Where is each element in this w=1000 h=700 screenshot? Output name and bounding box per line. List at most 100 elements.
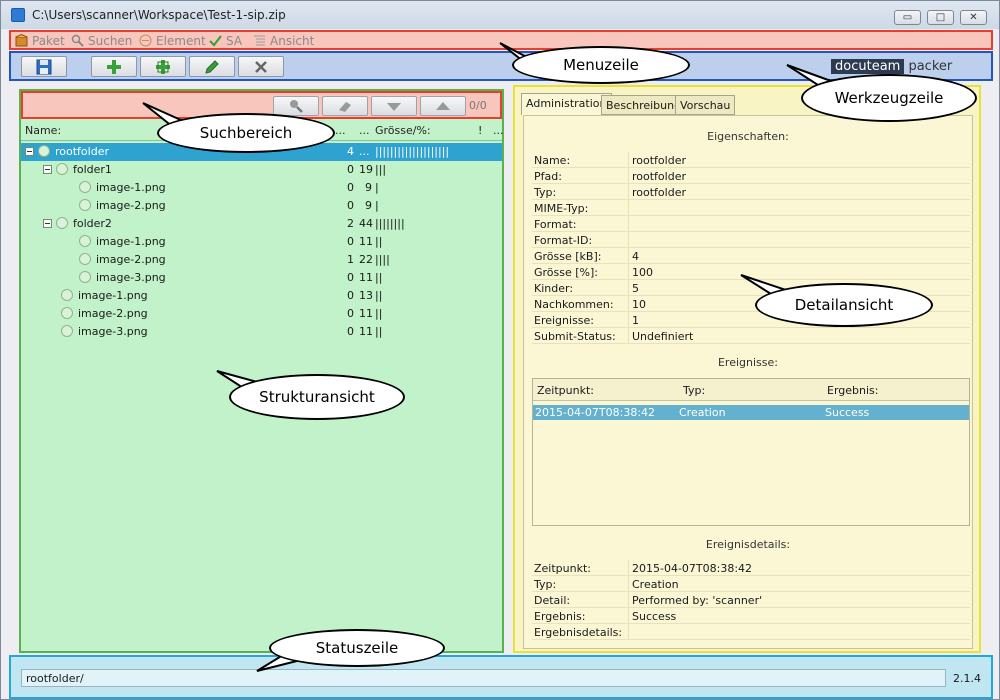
status-bar: rootfolder/ 2.1.4: [9, 655, 993, 699]
tab-beschreibung[interactable]: Beschreibung: [601, 95, 687, 115]
event-detail-row: Ergebnisdetails:: [532, 624, 970, 640]
col-5[interactable]: !: [478, 124, 482, 137]
node-count: 0: [347, 181, 354, 194]
property-row: Name: rootfolder: [532, 152, 970, 168]
menu-paket[interactable]: Paket: [15, 34, 65, 48]
tree-row[interactable]: image-2.png 1 22 ||||: [21, 251, 502, 269]
tree-row[interactable]: image-1.png 0 11 ||: [21, 233, 502, 251]
node-count: 0: [347, 199, 354, 212]
status-path: rootfolder/: [26, 672, 84, 685]
property-row: Format-ID:: [532, 232, 970, 248]
property-key: Typ:: [534, 186, 557, 199]
detail-value: Success: [632, 610, 677, 623]
node-count: 0: [347, 307, 354, 320]
node-percent: 11: [359, 325, 373, 338]
tab-vorschau[interactable]: Vorschau: [675, 95, 736, 115]
tree-row[interactable]: image-1.png 0 9 |: [21, 179, 502, 197]
property-value: 1: [632, 314, 639, 327]
tree-row[interactable]: image-2.png 0 9 |: [21, 197, 502, 215]
window-title: C:\Users\scanner\Workspace\Test-1-sip.zi…: [32, 8, 286, 22]
search-icon: [71, 34, 84, 47]
event-time: 2015-04-07T08:38:42: [535, 406, 656, 419]
col-3[interactable]: ...: [359, 124, 370, 137]
edit-button[interactable]: [189, 56, 235, 77]
node-count: 0: [347, 271, 354, 284]
search-prev-button[interactable]: [420, 96, 466, 116]
property-value: 5: [632, 282, 639, 295]
detail-view: Administration Beschreibung Vorschau Eig…: [513, 85, 981, 653]
node-count: 0: [347, 325, 354, 338]
file-icon: [79, 181, 91, 193]
callout-statuszeile-text: Statuszeile: [315, 639, 399, 657]
node-label: image-1.png: [96, 181, 166, 194]
property-value: rootfolder: [632, 154, 686, 167]
node-percent: ...: [359, 145, 370, 158]
tree: rootfolder 4 ... |||||||||||||||||||| fo…: [21, 143, 502, 341]
collapse-toggle[interactable]: [25, 147, 34, 156]
node-count: 0: [347, 289, 354, 302]
node-percent: 11: [359, 235, 373, 248]
tab-administration[interactable]: Administration: [521, 93, 612, 115]
events-title: Ereignisse:: [717, 356, 778, 369]
administration-panel: Eigenschaften: Name: rootfolder Pfad: root…: [523, 115, 973, 649]
tree-row[interactable]: image-2.png 0 11 ||: [21, 305, 502, 323]
menu-element[interactable]: Element: [139, 34, 206, 48]
menu-paket-label: Paket: [32, 34, 65, 48]
tree-row[interactable]: folder2 2 44 ||||||||: [21, 215, 502, 233]
property-row: Typ: rootfolder: [532, 184, 970, 200]
col-typ[interactable]: Typ:: [683, 384, 705, 397]
tree-row[interactable]: folder1 0 19 |||: [21, 161, 502, 179]
detail-key: Ergebnis:: [534, 610, 586, 623]
col-ergebnis[interactable]: Ergebnis:: [827, 384, 878, 397]
save-button[interactable]: [21, 56, 67, 77]
property-key: Format:: [534, 218, 577, 231]
col-size[interactable]: Grösse/%:: [375, 124, 431, 137]
table-row[interactable]: 2015-04-07T08:38:42 Creation Success: [533, 405, 969, 420]
node-percent: 44: [359, 217, 373, 230]
close-button[interactable]: ✕: [960, 10, 987, 25]
col-zeitpunkt[interactable]: Zeitpunkt:: [537, 384, 594, 397]
add-multiple-button[interactable]: [140, 56, 186, 77]
node-count: 0: [347, 235, 354, 248]
property-row: MIME-Typ:: [532, 200, 970, 216]
property-value: rootfolder: [632, 186, 686, 199]
detail-key: Detail:: [534, 594, 571, 607]
node-count: 0: [347, 163, 354, 176]
size-bar: ||: [375, 289, 383, 302]
col-name[interactable]: Name:: [25, 124, 61, 137]
col-2[interactable]: ...: [335, 124, 346, 137]
arrow-up-icon: [436, 102, 450, 110]
property-key: Format-ID:: [534, 234, 593, 247]
col-6[interactable]: ...: [493, 124, 504, 137]
collapse-toggle[interactable]: [43, 165, 52, 174]
add-button[interactable]: [91, 56, 137, 77]
element-icon: [139, 34, 152, 47]
tree-row[interactable]: image-3.png 0 11 ||: [21, 323, 502, 341]
callout-strukturansicht: Strukturansicht: [229, 374, 405, 420]
property-value: Undefiniert: [632, 330, 694, 343]
menu-ansicht[interactable]: Ansicht: [253, 34, 314, 48]
search-button[interactable]: [273, 96, 319, 116]
checkmark-icon: [209, 35, 222, 47]
delete-button[interactable]: [238, 56, 284, 77]
property-value: 10: [632, 298, 646, 311]
clear-search-button[interactable]: [322, 96, 368, 116]
node-label: image-3.png: [96, 271, 166, 284]
status-path-field[interactable]: rootfolder/: [21, 669, 946, 687]
maximize-button[interactable]: □: [927, 10, 954, 25]
callout-menuzeile: Menuzeile: [512, 46, 690, 84]
collapse-toggle[interactable]: [43, 219, 52, 228]
menu-sa[interactable]: SA: [209, 34, 242, 48]
size-bar: ||||||||||||||||||||: [375, 145, 450, 158]
menu-suchen[interactable]: Suchen: [71, 34, 132, 48]
detail-value: 2015-04-07T08:38:42: [632, 562, 753, 575]
tree-row[interactable]: image-1.png 0 13 ||: [21, 287, 502, 305]
menu-element-label: Element: [156, 34, 206, 48]
minimize-button[interactable]: ▭: [894, 10, 921, 25]
tree-row[interactable]: image-3.png 0 11 ||: [21, 269, 502, 287]
property-row: Format:: [532, 216, 970, 232]
node-percent: 22: [359, 253, 373, 266]
search-next-button[interactable]: [371, 96, 417, 116]
search-icon: [290, 100, 303, 113]
file-icon: [61, 289, 73, 301]
